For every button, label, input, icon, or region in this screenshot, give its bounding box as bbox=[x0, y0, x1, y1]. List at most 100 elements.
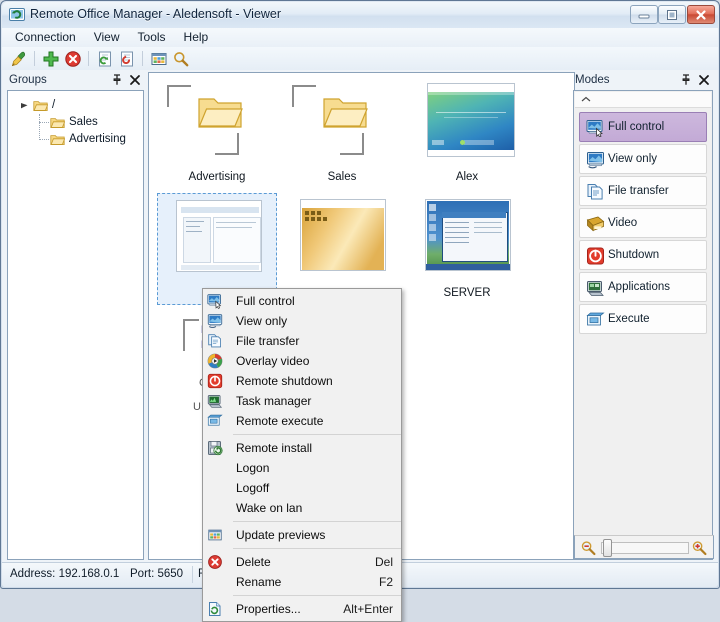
toolbar-separator bbox=[88, 51, 89, 66]
context-menu-item-file-transfer[interactable]: File transfer bbox=[203, 331, 401, 351]
overlay-video-icon bbox=[207, 353, 223, 369]
list-item[interactable]: Sales bbox=[282, 77, 402, 189]
title-bar: Remote Office Manager - Aledensoft - Vie… bbox=[2, 2, 718, 29]
file-transfer-icon bbox=[586, 183, 605, 201]
menu-bar: Connection View Tools Help bbox=[2, 28, 718, 48]
context-menu-item-view-only[interactable]: View only bbox=[203, 311, 401, 331]
tree-item-label: Sales bbox=[69, 116, 98, 128]
mode-item-video[interactable]: Video bbox=[579, 208, 707, 238]
search-icon[interactable] bbox=[172, 50, 190, 68]
shutdown-icon bbox=[207, 373, 223, 389]
tree-item-sales[interactable]: Sales bbox=[8, 114, 143, 131]
context-menu-item-overlay-video[interactable]: Overlay video bbox=[203, 351, 401, 371]
status-separator bbox=[192, 566, 193, 583]
list-item[interactable]: Alex bbox=[407, 77, 527, 189]
mode-item-label: Execute bbox=[608, 313, 650, 325]
menu-connection[interactable]: Connection bbox=[6, 28, 85, 46]
close-icon[interactable] bbox=[128, 73, 142, 87]
context-menu-item-remote-execute[interactable]: Remote execute bbox=[203, 411, 401, 431]
groups-panel: Groups / Sales Advertising bbox=[7, 72, 144, 560]
menu-view[interactable]: View bbox=[85, 28, 129, 46]
mode-item-label: Shutdown bbox=[608, 249, 660, 261]
context-menu-separator bbox=[233, 548, 401, 549]
zoom-out-icon[interactable] bbox=[580, 540, 597, 556]
tree-item-root[interactable]: / bbox=[8, 97, 143, 114]
context-menu-separator bbox=[233, 521, 401, 522]
toolbar bbox=[2, 47, 718, 71]
computer-thumbnail bbox=[176, 200, 262, 272]
context-menu-item-label: Rename bbox=[236, 575, 282, 589]
context-menu-item-logoff[interactable]: Logoff bbox=[203, 478, 401, 498]
add-icon[interactable] bbox=[42, 50, 60, 68]
context-menu-item-label: Logon bbox=[236, 461, 270, 475]
tree-item-label: / bbox=[52, 99, 56, 111]
zoom-in-icon[interactable] bbox=[691, 540, 708, 556]
mode-item-label: Applications bbox=[608, 281, 671, 293]
delete-icon bbox=[207, 554, 223, 570]
zoom-slider-track[interactable] bbox=[601, 542, 689, 554]
context-menu-item-label: Wake on lan bbox=[236, 501, 303, 515]
context-menu-item-task-manager[interactable]: Task manager bbox=[203, 391, 401, 411]
item-label: SERVER bbox=[443, 287, 491, 299]
zoom-slider-thumb[interactable] bbox=[603, 539, 612, 557]
groups-panel-header: Groups bbox=[7, 72, 144, 90]
menu-help[interactable]: Help bbox=[175, 28, 218, 46]
groups-tree[interactable]: / Sales Advertising bbox=[7, 90, 144, 560]
full-control-icon bbox=[586, 119, 605, 137]
context-menu-separator bbox=[233, 434, 401, 435]
minimize-button[interactable] bbox=[630, 5, 658, 24]
context-menu-item-logon[interactable]: Logon bbox=[203, 458, 401, 478]
groups-panel-title: Groups bbox=[9, 74, 47, 86]
context-menu-item-rename[interactable]: Rename F2 bbox=[203, 572, 401, 592]
context-menu-item-label: Properties... bbox=[236, 602, 301, 616]
folder-bracket bbox=[215, 133, 239, 155]
mode-item-view-only[interactable]: View only bbox=[579, 144, 707, 174]
context-menu-item-remote-shutdown[interactable]: Remote shutdown bbox=[203, 371, 401, 391]
close-icon[interactable] bbox=[697, 73, 711, 87]
remote-install-icon bbox=[207, 440, 223, 456]
mode-item-full-control[interactable]: Full control bbox=[579, 112, 707, 142]
application-window: Remote Office Manager - Aledensoft - Vie… bbox=[0, 0, 720, 622]
maximize-icon bbox=[659, 6, 685, 23]
window-title: Remote Office Manager - Aledensoft - Vie… bbox=[30, 7, 282, 21]
context-menu-item-remote-install[interactable]: Remote install bbox=[203, 438, 401, 458]
file-transfer-icon bbox=[207, 333, 223, 349]
context-menu-item-delete[interactable]: Delete Del bbox=[203, 552, 401, 572]
context-menu-item-accelerator: F2 bbox=[378, 575, 393, 589]
pin-icon[interactable] bbox=[679, 73, 693, 87]
toolbar-separator bbox=[142, 51, 143, 66]
context-menu[interactable]: Full control View only File transfer Ove… bbox=[202, 288, 402, 622]
mode-item-shutdown[interactable]: Shutdown bbox=[579, 240, 707, 270]
menu-tools[interactable]: Tools bbox=[129, 28, 175, 46]
refresh-all-icon[interactable] bbox=[118, 50, 136, 68]
context-menu-item-properties[interactable]: Properties... Alt+Enter bbox=[203, 599, 401, 619]
mode-item-file-transfer[interactable]: File transfer bbox=[579, 176, 707, 206]
context-menu-item-update-previews[interactable]: Update previews bbox=[203, 525, 401, 545]
tree-item-advertising[interactable]: Advertising bbox=[8, 131, 143, 148]
item-label: Sales bbox=[327, 171, 357, 183]
update-previews-icon[interactable] bbox=[150, 50, 168, 68]
context-menu-item-wake-on-lan[interactable]: Wake on lan bbox=[203, 498, 401, 518]
maximize-button[interactable] bbox=[658, 5, 686, 24]
list-item[interactable]: SERVER bbox=[407, 193, 527, 305]
applications-icon bbox=[586, 279, 605, 297]
connect-icon[interactable] bbox=[10, 50, 28, 68]
remote-execute-icon bbox=[207, 413, 223, 429]
chevron-down-icon[interactable] bbox=[20, 102, 29, 111]
refresh-icon[interactable] bbox=[96, 50, 114, 68]
context-menu-item-label: Update previews bbox=[236, 528, 326, 542]
folder-bracket bbox=[340, 133, 364, 155]
modes-panel-title: Modes bbox=[575, 74, 610, 86]
context-menu-item-full-control[interactable]: Full control bbox=[203, 291, 401, 311]
close-button[interactable] bbox=[687, 5, 715, 24]
mode-item-execute[interactable]: Execute bbox=[579, 304, 707, 334]
mode-item-applications[interactable]: Applications bbox=[579, 272, 707, 302]
pin-icon[interactable] bbox=[110, 73, 124, 87]
chevron-up-icon[interactable] bbox=[575, 92, 711, 108]
context-menu-separator bbox=[233, 595, 401, 596]
full-control-icon bbox=[207, 293, 223, 309]
properties-icon bbox=[207, 601, 223, 617]
delete-icon[interactable] bbox=[64, 50, 82, 68]
close-icon bbox=[688, 6, 714, 23]
list-item[interactable]: Advertising bbox=[157, 77, 277, 189]
